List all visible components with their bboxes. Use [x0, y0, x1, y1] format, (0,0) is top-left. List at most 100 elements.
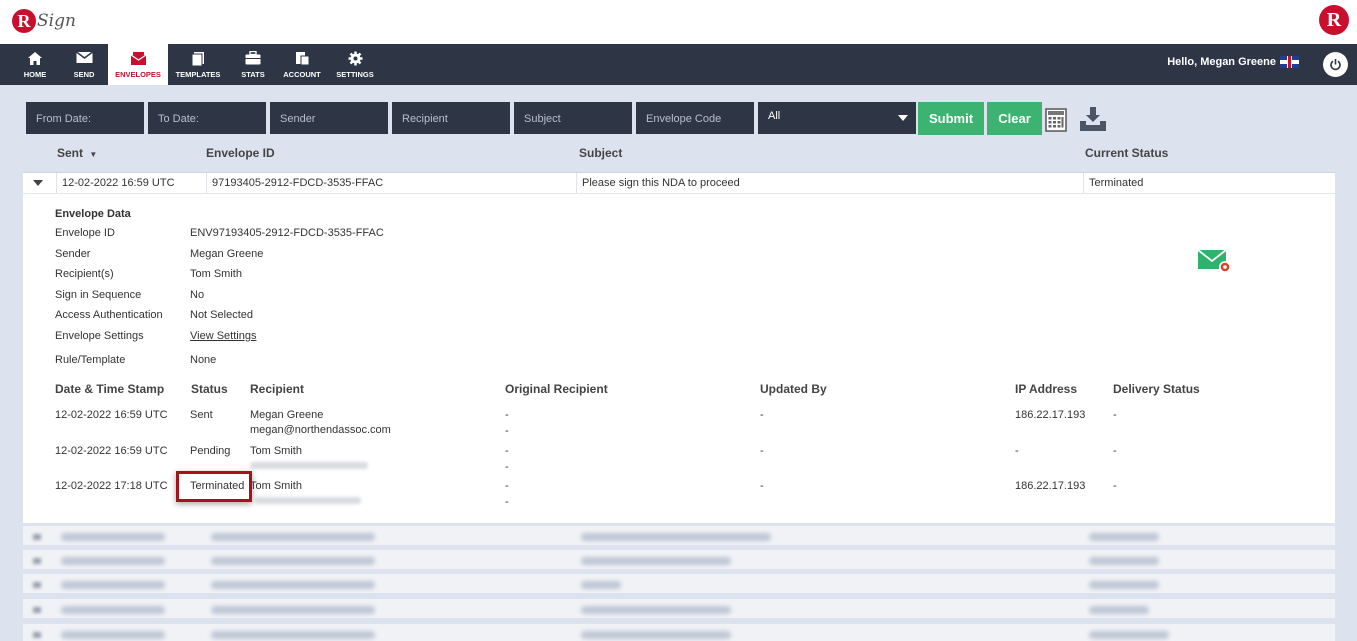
envelope-subject-cell: Please sign this NDA to proceed: [576, 173, 1083, 194]
top-bar: R Sign R: [0, 0, 1357, 44]
history-original-recipient: -: [505, 409, 509, 421]
sender-label: Sender: [55, 248, 91, 260]
sender-value: Megan Greene: [190, 248, 264, 260]
history-ip: 186.22.17.193: [1015, 480, 1086, 492]
envelope-settings-label: Envelope Settings: [55, 330, 144, 342]
terminated-highlight-box: [176, 471, 252, 502]
rpost-logo[interactable]: R: [1319, 5, 1349, 35]
view-settings-link[interactable]: View Settings: [190, 330, 256, 342]
blurred-text: [61, 606, 165, 614]
blurred-row[interactable]: [23, 526, 1335, 547]
nav-stats[interactable]: STATS: [232, 44, 274, 85]
uk-flag-icon[interactable]: [1280, 56, 1299, 68]
to-date-input[interactable]: To Date:: [148, 102, 266, 134]
expand-toggle-icon: [33, 534, 41, 540]
nav-home[interactable]: HOME: [14, 44, 56, 85]
history-original-recipient-email: -: [505, 425, 509, 437]
account-icon: [295, 51, 310, 70]
status-select[interactable]: All: [758, 102, 916, 134]
history-recipient: Megan Greene: [250, 409, 324, 421]
blurred-text: [211, 631, 375, 639]
expand-toggle-icon: [33, 582, 41, 588]
sort-desc-icon[interactable]: ▼: [89, 150, 97, 159]
history-updated-by: -: [760, 445, 764, 457]
greeting-text: Hello, Megan Greene: [1167, 56, 1276, 68]
nav-templates-label: TEMPLATES: [175, 69, 221, 79]
blurred-text: [211, 606, 375, 614]
history-original-recipient-email: -: [505, 461, 509, 473]
envelope-sent-cell: 12-02-2022 16:59 UTC: [56, 173, 206, 194]
templates-icon: [191, 51, 206, 70]
blurred-text: [61, 581, 165, 589]
envelope-id-value: ENV97193405-2912-FDCD-3535-FFAC: [190, 227, 384, 239]
nav-stats-label: STATS: [241, 69, 265, 79]
status-select-value: All: [768, 110, 781, 122]
home-icon: [27, 51, 43, 70]
blurred-text: [211, 581, 375, 589]
from-date-input[interactable]: From Date:: [26, 102, 144, 134]
subject-column-header[interactable]: Subject: [579, 146, 622, 160]
other-envelope-rows: [23, 524, 1335, 641]
history-ip: 186.22.17.193: [1015, 409, 1086, 421]
history-date: 12-02-2022 16:59 UTC: [55, 409, 168, 421]
chevron-down-icon: [898, 115, 908, 121]
history-delivery: -: [1113, 409, 1117, 421]
nav-send[interactable]: SEND: [63, 44, 105, 85]
envelope-code-input[interactable]: Envelope Code: [636, 102, 754, 134]
blurred-text: [1089, 557, 1159, 565]
nav-account[interactable]: ACCOUNT: [280, 44, 324, 85]
blurred-text: [581, 533, 771, 541]
blurred-text: [1089, 631, 1169, 639]
blurred-text: [61, 533, 165, 541]
nav-home-label: HOME: [23, 69, 47, 79]
history-recipient-email: megan@northendassoc.com: [250, 424, 391, 436]
blurred-row[interactable]: [23, 574, 1335, 595]
blurred-row[interactable]: [23, 599, 1335, 620]
nav-envelopes[interactable]: ENVELOPES: [108, 44, 168, 85]
history-original-recipient: -: [505, 480, 509, 492]
expand-toggle-icon: [33, 632, 41, 638]
blurred-row[interactable]: [23, 624, 1335, 641]
envelopes-icon: [130, 51, 147, 70]
envelope-id-cell: 97193405-2912-FDCD-3535-FFAC: [206, 173, 576, 194]
recipient-input[interactable]: Recipient: [392, 102, 510, 134]
blurred-text: [581, 631, 731, 639]
sent-column-header[interactable]: Sent ▼: [57, 146, 97, 160]
download-icon[interactable]: [1078, 106, 1108, 132]
envelope-row[interactable]: 12-02-2022 16:59 UTC 97193405-2912-FDCD-…: [23, 172, 1335, 194]
submit-button[interactable]: Submit: [918, 102, 984, 135]
blurred-row[interactable]: [23, 550, 1335, 571]
collapse-toggle-icon[interactable]: [33, 180, 43, 186]
history-delivery: -: [1113, 445, 1117, 457]
history-header-date: Date & Time Stamp: [55, 382, 165, 396]
nav-send-label: SEND: [73, 69, 95, 79]
user-greeting[interactable]: Hello, Megan Greene: [1167, 56, 1299, 68]
blurred-text: [1089, 533, 1159, 541]
rsign-logo[interactable]: R Sign: [12, 4, 76, 38]
logo-mark: R: [12, 9, 36, 33]
history-date: 12-02-2022 17:18 UTC: [55, 480, 168, 492]
history-header-delivery-status: Delivery Status: [1113, 382, 1200, 396]
subject-input[interactable]: Subject: [514, 102, 632, 134]
blurred-text: [581, 557, 731, 565]
calculator-icon[interactable]: [1045, 108, 1067, 132]
history-updated-by: -: [760, 409, 764, 421]
envelope-id-column-header[interactable]: Envelope ID: [206, 146, 275, 160]
current-status-column-header[interactable]: Current Status: [1085, 146, 1168, 160]
rule-template-label: Rule/Template: [55, 354, 126, 366]
history-status: Pending: [190, 445, 231, 457]
history-ip: -: [1015, 445, 1019, 457]
redacted-email: [255, 497, 361, 504]
sender-input[interactable]: Sender: [270, 102, 388, 134]
history-date: 12-02-2022 16:59 UTC: [55, 445, 168, 457]
resend-mail-settings-icon[interactable]: [1197, 248, 1233, 276]
nav-settings[interactable]: SETTINGS: [332, 44, 378, 85]
expand-toggle-icon: [33, 558, 41, 564]
history-original-recipient-email: -: [505, 496, 509, 508]
logout-power-icon[interactable]: [1323, 52, 1348, 77]
history-original-recipient: -: [505, 445, 509, 457]
briefcase-icon: [245, 50, 261, 70]
sign-in-sequence-value: No: [190, 289, 205, 301]
clear-button[interactable]: Clear: [987, 102, 1042, 135]
nav-templates[interactable]: TEMPLATES: [172, 44, 224, 85]
